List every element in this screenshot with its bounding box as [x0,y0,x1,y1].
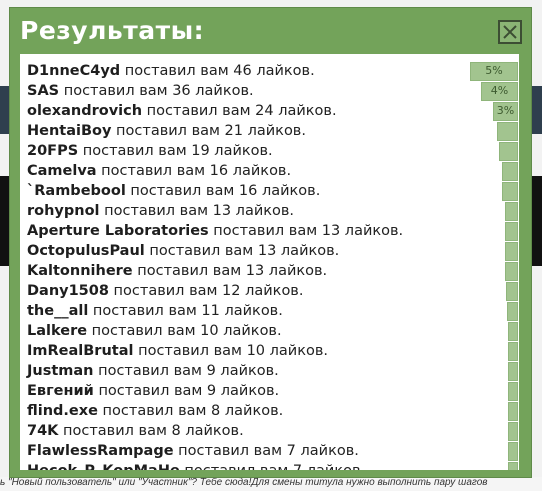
result-row: olexandrovich поставил вам 24 лайков. [27,101,337,121]
result-username[interactable]: Camelva [27,163,97,179]
result-text: поставил вам 36 лайков. [59,83,254,99]
result-text: поставил вам 13 лайков. [208,223,404,239]
result-username[interactable]: OctopulusPaul [27,243,145,259]
result-share-bar [505,242,518,261]
result-text: поставил вам 9 лайков. [93,363,279,379]
result-row: Dany1508 поставил вам 12 лайков. [27,281,303,301]
result-percent-label: 4% [490,84,509,97]
result-row: Camelva поставил вам 16 лайков. [27,161,291,181]
result-username[interactable]: Dany1508 [27,283,109,299]
result-row: Hecok_P_KopMaHe поставил вам 7 лайков. [27,461,365,470]
result-row: rohypnol поставил вам 13 лайков. [27,201,294,221]
result-share-bar [505,202,518,221]
result-row: D1nneC4yd поставил вам 46 лайков. [27,61,315,81]
result-share-bar [507,302,518,321]
result-row: flind.exe поставил вам 8 лайков. [27,401,283,421]
close-button[interactable] [498,20,522,44]
result-username[interactable]: HentaiBoy [27,123,111,139]
result-share-bar [508,462,518,470]
result-row: Justman поставил вам 9 лайков. [27,361,279,381]
result-text: поставил вам 16 лайков. [96,163,292,179]
result-row: HentaiBoy поставил вам 21 лайков. [27,121,306,141]
result-share-bar [508,402,518,421]
result-username[interactable]: olexandrovich [27,103,142,119]
result-share-bar [505,262,518,281]
result-text: поставил вам 13 лайков. [144,243,340,259]
result-share-bar [497,122,518,141]
result-username[interactable]: Kaltonnihere [27,263,133,279]
result-text: поставил вам 7 лайков. [173,443,359,459]
result-username[interactable]: Justman [27,363,94,379]
result-text: поставил вам 7 лайков. [180,463,365,470]
result-share-bar [508,322,518,341]
result-row: Lalkere поставил вам 10 лайков. [27,321,282,341]
result-text: поставил вам 10 лайков. [87,323,282,339]
result-username[interactable]: ImRealBrutal [27,343,133,359]
result-share-bar [508,382,518,401]
result-row: Aperture Laboratories поставил вам 13 ла… [27,221,403,241]
result-share-bar [508,362,518,381]
result-text: поставил вам 24 лайков. [142,103,337,119]
result-text: поставил вам 13 лайков. [99,203,295,219]
result-row: 20FPS поставил вам 19 лайков. [27,141,273,161]
result-username[interactable]: Евгений [27,383,94,399]
result-username[interactable]: Lalkere [27,323,87,339]
result-text: поставил вам 12 лайков. [108,283,304,299]
result-row: OctopulusPaul поставил вам 13 лайков. [27,241,339,261]
result-share-bar [499,142,518,161]
result-username[interactable]: flind.exe [27,403,98,419]
result-text: поставил вам 13 лайков. [132,263,328,279]
close-icon [503,25,517,39]
result-row: Евгений поставил вам 9 лайков. [27,381,279,401]
result-username[interactable]: Hecok_P_KopMaHe [27,463,180,470]
result-row: the__all поставил вам 11 лайков. [27,301,283,321]
result-text: поставил вам 46 лайков. [120,63,315,79]
result-username[interactable]: D1nneC4yd [27,63,120,79]
result-username[interactable]: SAS [27,83,59,99]
result-username[interactable]: the__all [27,303,88,319]
result-row: 74K поставил вам 8 лайков. [27,421,244,441]
result-share-bar [502,182,518,201]
result-text: поставил вам 9 лайков. [93,383,280,399]
result-row: FlawlessRampage поставил вам 7 лайков. [27,441,359,461]
result-percent-label: 3% [496,104,515,117]
result-text: поставил вам 10 лайков. [133,343,328,359]
result-username[interactable]: rohypnol [27,203,100,219]
result-username[interactable]: Aperture Laboratories [27,223,209,239]
result-share-bar [508,422,518,441]
results-dialog: Результаты: D1nneC4yd поставил вам 46 ла… [10,8,531,477]
result-row: ImRealBrutal поставил вам 10 лайков. [27,341,328,361]
result-share-bar [505,222,518,241]
result-share-bar [508,442,518,461]
result-text: поставил вам 8 лайков. [97,403,284,419]
result-text: поставил вам 19 лайков. [78,143,273,159]
result-row: Kaltonnihere поставил вам 13 лайков. [27,261,327,281]
result-row: `Rambebool поставил вам 16 лайков. [27,181,320,201]
result-share-bar [506,282,518,301]
result-text: поставил вам 8 лайков. [58,423,244,439]
dialog-title: Результаты: [20,16,205,45]
results-list[interactable]: D1nneC4yd поставил вам 46 лайков. 5% SAS п… [20,54,519,470]
result-username[interactable]: `Rambebool [27,183,126,199]
result-share-bar [502,162,518,181]
result-text: поставил вам 16 лайков. [125,183,321,199]
result-share-bar [508,342,518,361]
result-row: SAS поставил вам 36 лайков. [27,81,254,101]
result-username[interactable]: 20FPS [27,143,78,159]
result-text: поставил вам 11 лайков. [88,303,283,319]
result-text: поставил вам 21 лайков. [111,123,306,139]
background-footer-text: ь "Новый пользователь" или "Участник"? Т… [0,477,542,491]
result-username[interactable]: FlawlessRampage [27,443,174,459]
background-banner-right [531,176,542,266]
result-percent-label: 5% [485,64,503,77]
result-username[interactable]: 74K [27,423,58,439]
